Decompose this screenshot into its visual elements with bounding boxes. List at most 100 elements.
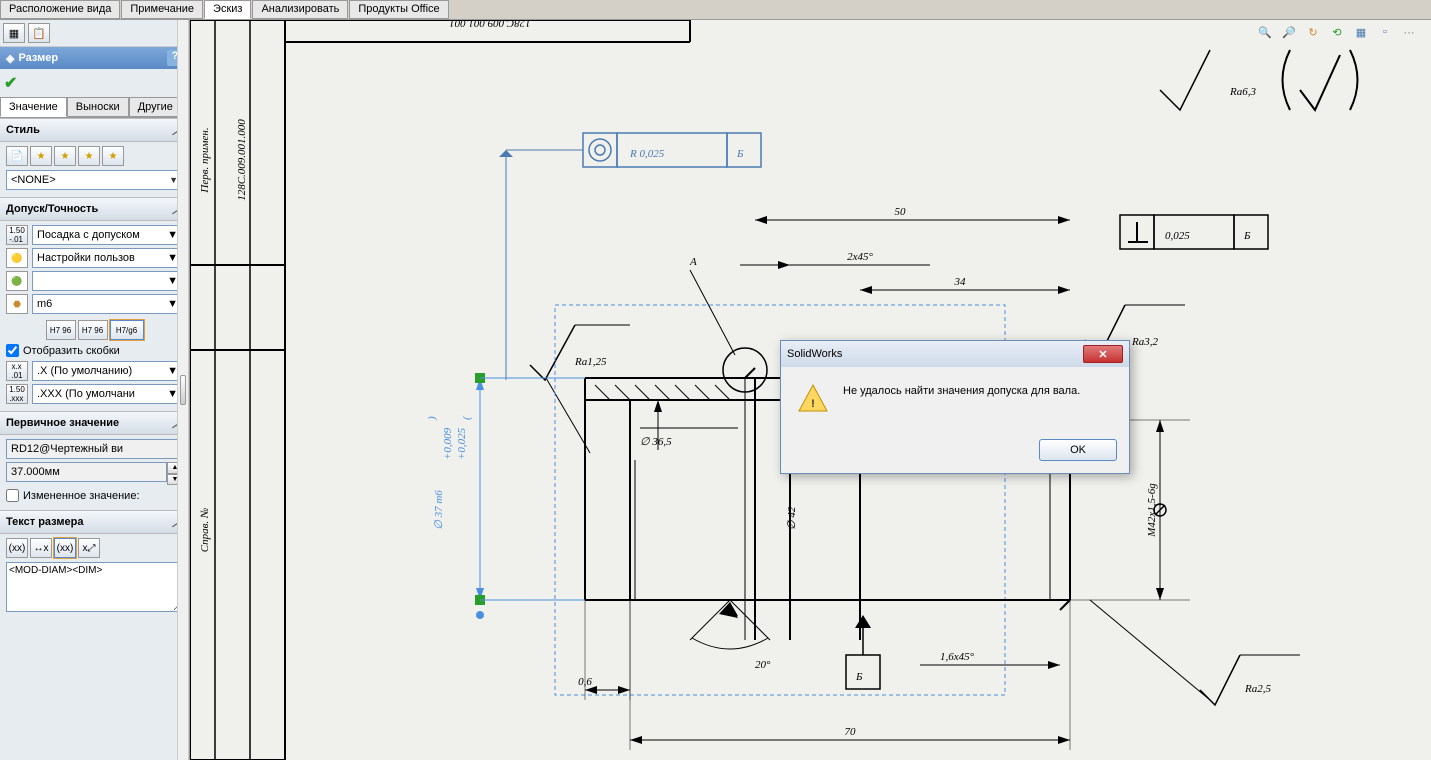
svg-text:50: 50: [895, 206, 907, 218]
svg-text:Б: Б: [736, 148, 744, 160]
dimtext-btn-1[interactable]: (xx): [6, 538, 28, 558]
shaft-fit-dropdown[interactable]: m6▼: [32, 294, 183, 314]
dialog-close-button[interactable]: ✕: [1083, 345, 1123, 363]
primary-label: Первичное значение: [6, 417, 119, 429]
fit-display-1[interactable]: H7 96: [46, 320, 76, 340]
changed-value-label: Измененное значение:: [23, 490, 140, 502]
svg-text:70: 70: [845, 726, 857, 738]
tol-precision-dropdown[interactable]: .XXX (По умолчани▼: [32, 384, 183, 404]
svg-text:R 0,025: R 0,025: [629, 148, 665, 160]
svg-text:Справ. №: Справ. №: [199, 508, 211, 552]
dimension-ref-field: [6, 439, 183, 459]
svg-text:M42x1,5-6g: M42x1,5-6g: [1146, 483, 1158, 538]
panel-splitter[interactable]: [177, 20, 189, 760]
svg-text:0,025: 0,025: [1165, 230, 1190, 242]
panel-btn-1[interactable]: ▦: [3, 23, 25, 43]
dimtext-textarea[interactable]: <MOD-DIAM><DIM>: [6, 562, 183, 612]
splitter-grip-icon: [180, 375, 186, 405]
dimtext-btn-4[interactable]: x⤢: [78, 538, 100, 558]
panel-title-bar: ◈Размер ?: [0, 47, 189, 69]
more-icon[interactable]: ⋯: [1399, 22, 1419, 42]
svg-text:Ra2,5: Ra2,5: [1244, 683, 1271, 695]
show-brackets-checkbox[interactable]: [6, 344, 19, 357]
svg-text:Ra6,3: Ra6,3: [1229, 86, 1256, 98]
svg-text:∅ 42: ∅ 42: [786, 506, 798, 530]
style-btn-5[interactable]: ★: [102, 146, 124, 166]
svg-text:): ): [426, 416, 438, 421]
tol-icon-3: 🟢: [6, 271, 28, 291]
zoom-fit-icon[interactable]: 🔎: [1279, 22, 1299, 42]
style-btn-2[interactable]: ★: [30, 146, 52, 166]
svg-text:Перв. примен.: Перв. примен.: [199, 127, 211, 193]
fit-display-2[interactable]: H7 96: [78, 320, 108, 340]
svg-text:Ra1,25: Ra1,25: [574, 356, 607, 368]
style-btn-1[interactable]: 📄: [6, 146, 28, 166]
svg-text:20°: 20°: [755, 659, 771, 671]
dimension-value-field[interactable]: [6, 462, 167, 482]
dimtext-btn-3[interactable]: (xx): [54, 538, 76, 558]
panel-btn-2[interactable]: 📋: [28, 23, 50, 43]
tol-icon-1: 1.50-.01: [6, 225, 28, 245]
tab-sketch[interactable]: Эскиз: [204, 0, 251, 19]
fit-type-dropdown[interactable]: Посадка с допуском▼: [32, 225, 183, 245]
svg-text:Ra3,2: Ra3,2: [1131, 336, 1158, 348]
fit-display-3[interactable]: H7/g6: [110, 320, 144, 340]
section-primary-header[interactable]: Первичное значение ︿: [0, 411, 189, 435]
subtab-leaders[interactable]: Выноски: [67, 97, 129, 117]
svg-text:128С.009.001.001: 128С.009.001.001: [449, 20, 531, 29]
tab-view-layout[interactable]: Расположение вида: [0, 0, 120, 19]
tol-icon-5: x.x.01: [6, 361, 28, 381]
top-menu-tabs: Расположение вида Примечание Эскиз Анали…: [0, 0, 1431, 20]
user-settings-dropdown[interactable]: Настройки пользов▼: [32, 248, 183, 268]
style-btn-4[interactable]: ★: [78, 146, 100, 166]
subtab-value[interactable]: Значение: [0, 97, 67, 117]
svg-text:∅ 36,5: ∅ 36,5: [640, 436, 672, 448]
pan-icon[interactable]: ↻: [1303, 22, 1323, 42]
hole-fit-dropdown[interactable]: ▼: [32, 271, 183, 291]
section-style-header[interactable]: Стиль ︿: [0, 118, 189, 142]
show-brackets-label: Отобразить скобки: [23, 345, 120, 357]
svg-text:∅ 37 m6: ∅ 37 m6: [433, 490, 445, 530]
tab-annotation[interactable]: Примечание: [121, 0, 203, 19]
tol-icon-6: 1.50.xxx: [6, 384, 28, 404]
warning-icon: !: [797, 383, 829, 415]
svg-text:+0,009: +0,009: [442, 427, 454, 460]
changed-value-checkbox[interactable]: [6, 489, 19, 502]
svg-text:Б: Б: [855, 671, 863, 683]
tol-icon-2: 🟡: [6, 248, 28, 268]
svg-text:34: 34: [954, 276, 967, 288]
unit-precision-dropdown[interactable]: .X (По умолчанию)▼: [32, 361, 183, 381]
zoom-in-icon[interactable]: 🔍: [1255, 22, 1275, 42]
svg-text:1,6x45°: 1,6x45°: [940, 651, 975, 663]
style-btn-3[interactable]: ★: [54, 146, 76, 166]
section-tolerance-header[interactable]: Допуск/Точность ︿: [0, 197, 189, 221]
tab-analyze[interactable]: Анализировать: [252, 0, 348, 19]
view-icon[interactable]: ▦: [1351, 22, 1371, 42]
svg-text:128С.009.001.000: 128С.009.001.000: [236, 119, 248, 201]
svg-text:(: (: [461, 415, 473, 420]
dialog-title: SolidWorks: [787, 348, 842, 360]
dialog-ok-button[interactable]: OK: [1039, 439, 1117, 461]
svg-text:Б: Б: [1243, 230, 1251, 242]
dialog-message: Не удалось найти значения допуска для ва…: [843, 383, 1080, 397]
dimension-icon: ◈: [6, 52, 14, 65]
style-label: Стиль: [6, 124, 40, 136]
tab-office[interactable]: Продукты Office: [349, 0, 448, 19]
property-panel: ▦ 📋 ◈Размер ? ✔ Значение Выноски Другие …: [0, 20, 190, 760]
section-dimtext-header[interactable]: Текст размера ︿: [0, 510, 189, 534]
subtab-other[interactable]: Другие: [129, 97, 182, 117]
svg-text:А: А: [689, 256, 697, 268]
dimtext-label: Текст размера: [6, 516, 83, 528]
tol-icon-4: ⬣: [6, 294, 28, 314]
rotate-icon[interactable]: ⟲: [1327, 22, 1347, 42]
tolerance-label: Допуск/Точность: [6, 203, 98, 215]
panel-title: Размер: [18, 52, 58, 64]
style-dropdown[interactable]: <NONE> ▼: [6, 170, 183, 190]
error-dialog: SolidWorks ✕ ! Не удалось найти значения…: [780, 340, 1130, 474]
svg-text:!: !: [811, 398, 815, 410]
svg-text:2x45°: 2x45°: [847, 251, 873, 263]
dimtext-btn-2[interactable]: ↔x: [30, 538, 52, 558]
ok-check-icon[interactable]: ✔: [4, 73, 17, 93]
svg-text:+0,025: +0,025: [456, 427, 468, 460]
display-icon[interactable]: ▫: [1375, 22, 1395, 42]
